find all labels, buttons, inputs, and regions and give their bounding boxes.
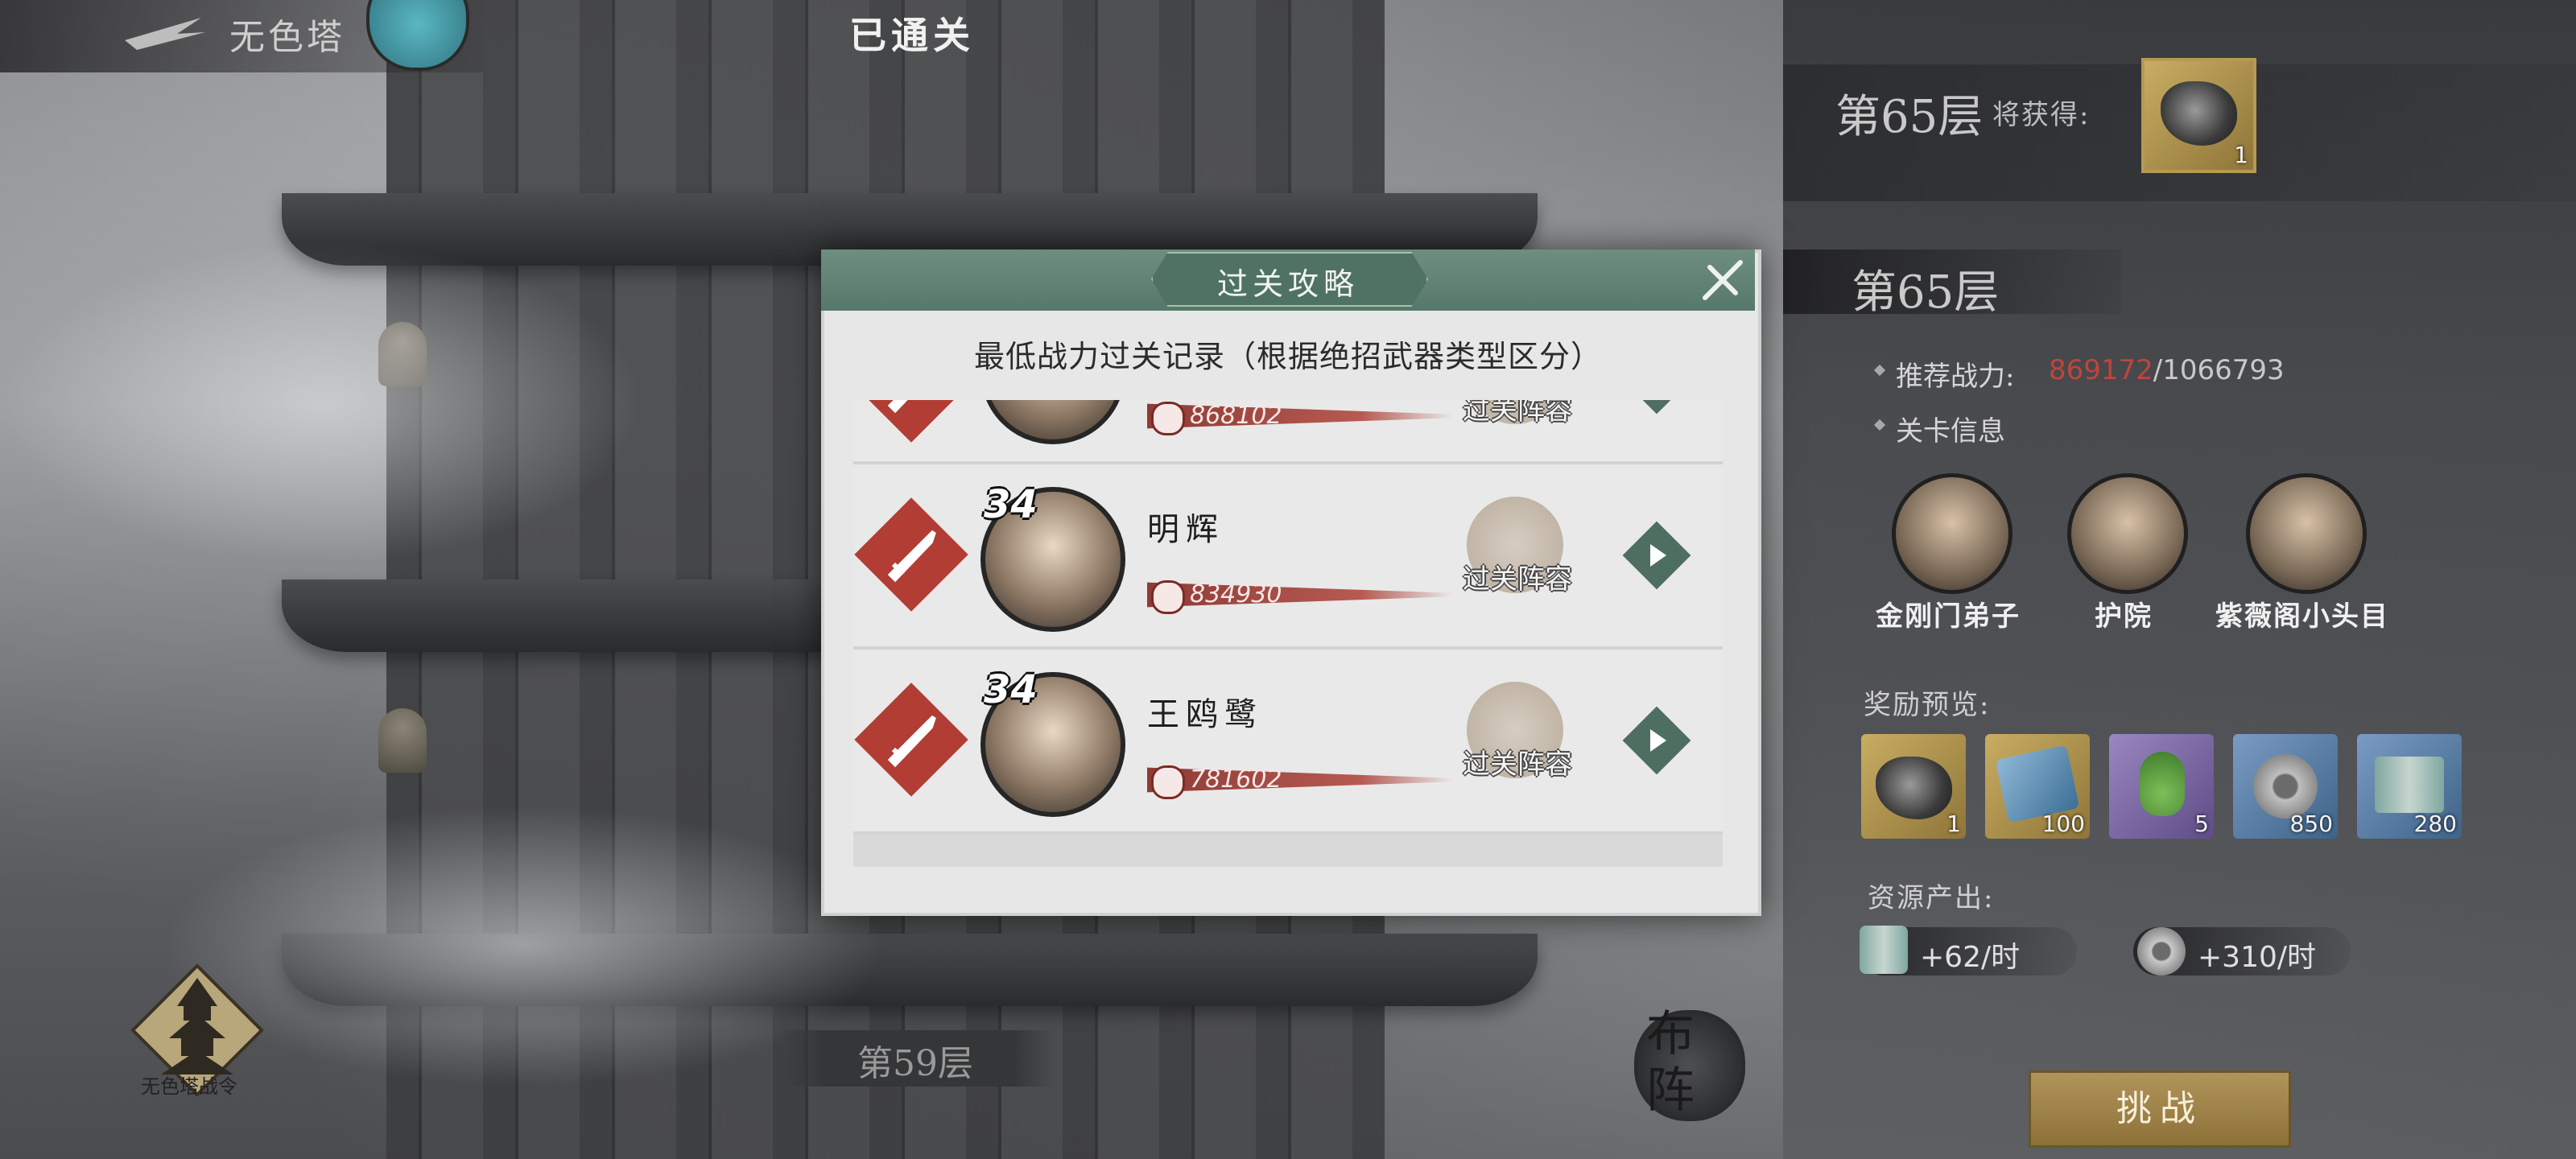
reward-slot[interactable]: 1 — [1861, 734, 1966, 839]
power-icon — [1151, 580, 1185, 614]
reward-slot[interactable]: 100 — [1985, 734, 2090, 839]
mist — [161, 805, 886, 1087]
stage-info-label: 关卡信息 — [1896, 415, 2005, 448]
formation-label: 布阵 — [1646, 1006, 1695, 1119]
player-name: 王鸥鹭 — [1147, 696, 1263, 733]
lineup-label[interactable]: 过关阵容 — [1453, 742, 1582, 782]
weapon-type-badge — [854, 497, 968, 612]
view-arrow-button[interactable] — [1622, 521, 1691, 590]
enemy-avatar[interactable] — [2246, 473, 2367, 594]
power-icon — [1151, 402, 1185, 435]
current-power: 869172 — [2049, 354, 2153, 386]
will-get-label: 将获得: — [1992, 99, 2091, 131]
player-avatar[interactable] — [980, 400, 1125, 444]
record-row[interactable]: 34 明辉 834930 过关阵容 — [853, 464, 1723, 650]
power-value: 834930 — [1190, 580, 1282, 608]
reward-slot[interactable]: 5 — [2109, 734, 2214, 839]
enemy-avatar[interactable] — [1892, 473, 2013, 594]
coin-icon — [2137, 927, 2186, 975]
potion-icon — [2140, 752, 2185, 816]
reward-floor-label: 第65层 — [1835, 91, 1984, 143]
reward-item-qty: 1 — [2234, 142, 2248, 168]
book-icon — [1860, 926, 1908, 974]
close-icon[interactable] — [1699, 256, 1747, 304]
reward-slot[interactable]: 850 — [2233, 734, 2338, 839]
enemy-name: 金刚门弟子 — [1876, 600, 2021, 633]
power-icon — [1151, 765, 1185, 799]
view-arrow-button[interactable] — [1622, 706, 1691, 775]
modal-title: 过关攻略 — [1216, 266, 1359, 302]
resource-book-rate: +62/时 — [1920, 941, 2021, 974]
ore-icon — [2161, 81, 2237, 146]
resource-output-label: 资源产出: — [1868, 882, 1995, 914]
reward-qty: 5 — [2194, 810, 2209, 837]
record-row[interactable]: 868102 过关阵容 — [853, 400, 1723, 464]
reward-qty: 850 — [2289, 810, 2333, 837]
coin-icon — [2253, 754, 2318, 819]
power-value: 781602 — [1190, 765, 1282, 794]
stage-floor-label: 第65层 — [1852, 266, 2000, 319]
weapon-type-badge — [854, 683, 968, 797]
reward-qty: 280 — [2413, 810, 2457, 837]
current-floor-label: 第59层 — [857, 1043, 973, 1084]
target-power: 1066793 — [2162, 354, 2285, 386]
challenge-button[interactable]: 挑战 — [2029, 1070, 2291, 1148]
cleared-status-title: 已通关 — [849, 14, 975, 57]
ore-icon — [1876, 757, 1952, 819]
bell-ornament — [378, 708, 427, 773]
back-brush-icon[interactable] — [121, 10, 209, 58]
player-level: 34 — [984, 482, 1038, 527]
record-row[interactable]: 34 王鸥鹭 781602 过关阵容 — [853, 650, 1723, 835]
record-list[interactable]: 868102 过关阵容 34 明辉 834930 过关阵容 34 王鸥鹭 781… — [853, 400, 1723, 867]
reward-item-slot[interactable]: 1 — [2141, 58, 2256, 173]
recommended-power-label: 推荐战力: — [1896, 361, 2015, 393]
lineup-label[interactable]: 过关阵容 — [1453, 557, 1582, 596]
power-value: 868102 — [1190, 402, 1282, 430]
modal-subtitle: 最低战力过关记录（根据绝招武器类型区分） — [973, 339, 1602, 374]
reward-qty: 1 — [1946, 810, 1961, 837]
mist — [0, 241, 644, 563]
lineup-label[interactable]: 过关阵容 — [1453, 400, 1582, 427]
tower-pass-label: 无色塔战令 — [141, 1075, 237, 1098]
view-arrow-button[interactable] — [1622, 400, 1691, 415]
power-separator: / — [2153, 354, 2163, 386]
enemy-name: 护院 — [2095, 600, 2153, 633]
player-level: 34 — [984, 667, 1038, 712]
reward-qty: 100 — [2041, 810, 2085, 837]
tower-name: 无色塔 — [229, 17, 345, 58]
weapon-type-badge — [854, 400, 968, 443]
player-name: 明辉 — [1147, 511, 1224, 548]
book-icon — [2375, 757, 2444, 813]
enemy-avatar[interactable] — [2067, 473, 2188, 594]
recommended-power-value: 869172/1066793 — [2049, 354, 2285, 386]
reward-preview-label: 奖励预览: — [1864, 689, 1991, 721]
resource-coin-rate: +310/时 — [2198, 941, 2317, 974]
enemy-name: 紫薇阁小头目 — [2215, 600, 2389, 633]
reward-slot[interactable]: 280 — [2357, 734, 2462, 839]
